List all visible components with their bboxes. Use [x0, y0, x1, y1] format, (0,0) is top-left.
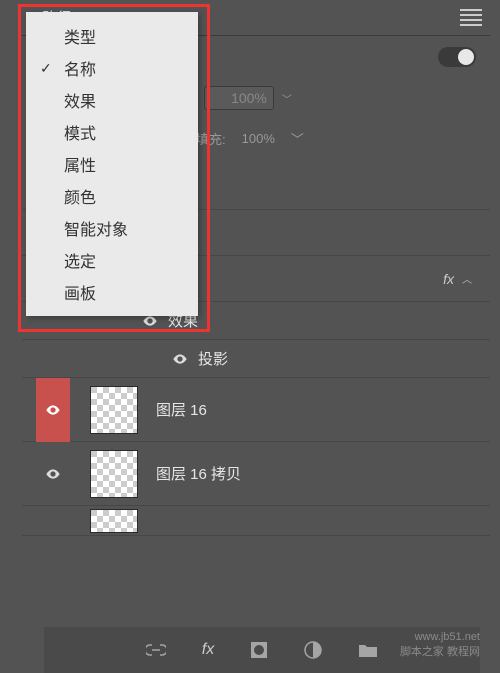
fill-label: 填充: — [196, 129, 226, 148]
layer-name: 图层 16 拷贝 — [156, 463, 490, 484]
layer-row[interactable]: 图层 16 拷贝 — [22, 442, 490, 506]
opacity-value[interactable]: 100% — [204, 86, 274, 110]
layer-row[interactable] — [22, 506, 490, 536]
layer-thumbnail — [90, 386, 138, 434]
dropdown-item-artboard[interactable]: 画板 — [26, 276, 198, 308]
effect-drop-shadow: 投影 — [198, 348, 228, 369]
layer-effect-row[interactable]: 投影 — [22, 340, 490, 378]
layer-name: 图层 16 — [156, 399, 490, 420]
dropdown-item-name[interactable]: 名称 — [26, 52, 198, 84]
fill-value[interactable]: 100% — [242, 131, 275, 146]
link-icon[interactable] — [146, 643, 166, 657]
collapse-arrow-icon[interactable]: ︿ — [462, 271, 480, 286]
eye-icon — [45, 466, 61, 482]
dropdown-item-color[interactable]: 颜色 — [26, 180, 198, 212]
visibility-toggle[interactable] — [36, 378, 70, 442]
dropdown-item-attribute[interactable]: 属性 — [26, 148, 198, 180]
chevron-down-icon: ﹀ — [291, 129, 304, 148]
group-icon[interactable] — [358, 642, 378, 658]
filter-toggle[interactable] — [438, 47, 476, 67]
fx-badge[interactable]: fx — [443, 271, 454, 287]
layer-thumbnail — [90, 450, 138, 498]
layer-row[interactable]: 图层 16 — [22, 378, 490, 442]
visibility-toggle[interactable] — [36, 466, 70, 482]
filter-kind-dropdown: 类型 名称 效果 模式 属性 颜色 智能对象 选定 画板 — [26, 12, 198, 316]
dropdown-item-selected[interactable]: 选定 — [26, 244, 198, 276]
adjustment-icon[interactable] — [304, 641, 322, 659]
panel-menu-button[interactable] — [460, 7, 482, 29]
dropdown-item-effect[interactable]: 效果 — [26, 84, 198, 116]
dropdown-item-type[interactable]: 类型 — [26, 20, 198, 52]
eye-icon — [172, 351, 188, 367]
chevron-down-icon: ﹀ — [282, 91, 292, 106]
dropdown-item-mode[interactable]: 模式 — [26, 116, 198, 148]
mask-icon[interactable] — [250, 641, 268, 659]
eye-icon — [45, 402, 61, 418]
layer-thumbnail — [90, 509, 138, 533]
fx-button[interactable]: fx — [202, 641, 214, 659]
watermark: www.jb51.net 脚本之家 教程网 — [400, 630, 480, 659]
dropdown-item-smartobject[interactable]: 智能对象 — [26, 212, 198, 244]
